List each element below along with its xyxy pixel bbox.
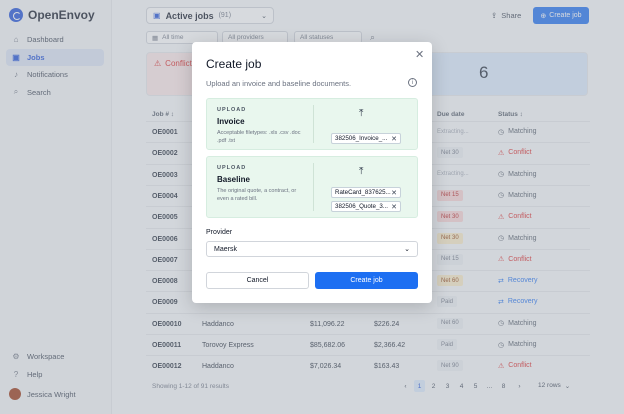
remove-file-icon[interactable]: ✕ bbox=[391, 135, 397, 143]
cancel-button[interactable]: Cancel bbox=[206, 272, 309, 289]
invoice-help: Acceptable filetypes: .xls .csv .doc .pd… bbox=[217, 130, 301, 144]
file-chip: 382506_Invoice_... ✕ bbox=[331, 133, 401, 144]
file-chip: 382506_Quote_3... ✕ bbox=[331, 201, 401, 212]
upload-divider bbox=[313, 163, 314, 211]
upload-icon[interactable]: ⤒ bbox=[359, 166, 363, 177]
create-job-submit-button[interactable]: Create job bbox=[315, 272, 418, 289]
file-chip: RateCard_837625... ✕ bbox=[331, 187, 401, 198]
modal-subtitle: Upload an invoice and baseline documents… bbox=[206, 79, 352, 88]
baseline-label: Baseline bbox=[217, 175, 250, 184]
upload-kicker: UPLOAD bbox=[217, 107, 247, 113]
modal-title: Create job bbox=[206, 57, 262, 71]
file-name: 382506_Invoice_... bbox=[335, 135, 388, 142]
invoice-label: Invoice bbox=[217, 117, 245, 126]
file-name: RateCard_837625... bbox=[335, 189, 391, 196]
provider-select[interactable]: Maersk ⌄ bbox=[206, 241, 418, 257]
baseline-help: The original quote, a contract, or even … bbox=[217, 188, 297, 202]
upload-divider bbox=[313, 105, 314, 143]
remove-file-icon[interactable]: ✕ bbox=[391, 189, 397, 197]
file-name: 382506_Quote_3... bbox=[335, 203, 388, 210]
upload-icon[interactable]: ⤒ bbox=[359, 108, 363, 119]
close-icon[interactable]: ✕ bbox=[415, 48, 424, 61]
upload-kicker: UPLOAD bbox=[217, 165, 247, 171]
provider-label: Provider bbox=[206, 229, 233, 236]
chevron-down-icon: ⌄ bbox=[404, 246, 410, 253]
create-job-modal: Create job ✕ Upload an invoice and basel… bbox=[192, 42, 432, 303]
info-icon[interactable]: i bbox=[408, 78, 417, 87]
baseline-upload-zone[interactable]: UPLOAD Baseline The original quote, a co… bbox=[206, 156, 418, 218]
invoice-upload-zone[interactable]: UPLOAD Invoice Acceptable filetypes: .xl… bbox=[206, 98, 418, 150]
remove-file-icon[interactable]: ✕ bbox=[391, 203, 397, 211]
provider-value: Maersk bbox=[214, 245, 237, 253]
